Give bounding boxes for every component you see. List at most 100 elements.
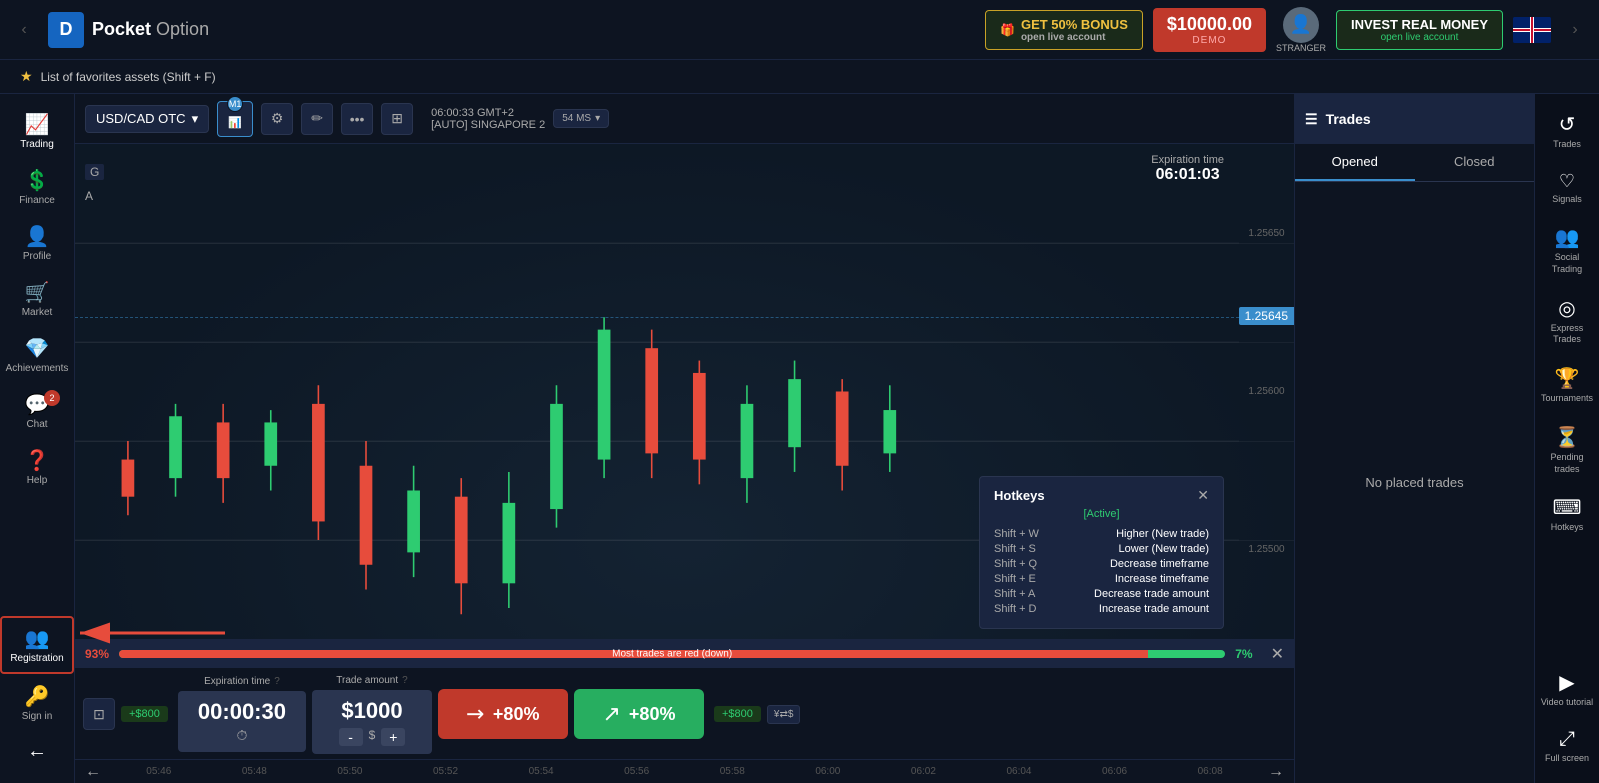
pen-icon: ✏: [311, 110, 323, 127]
sidebar-item-profile[interactable]: 👤 Profile: [0, 216, 74, 270]
chart-info: 06:00:33 GMT+2 [AUTO] SINGAPORE 2: [431, 107, 545, 131]
time-tick-10: 06:06: [1067, 766, 1163, 777]
hotkeys-close-button[interactable]: ✕: [1197, 487, 1209, 504]
price-tick-low: 1.25500: [1248, 544, 1284, 555]
far-sidebar-item-signals[interactable]: ♡ Signals: [1535, 163, 1599, 214]
currency-convert-button[interactable]: ¥⇄$: [767, 705, 801, 724]
pct-bar-track: Most trades are red (down): [119, 650, 1225, 658]
chart-bars-icon: 📊: [228, 116, 242, 129]
expiry-display: 00:00:30 ⏱: [178, 691, 306, 752]
language-flag[interactable]: [1513, 17, 1551, 43]
chart-settings-button[interactable]: ⚙: [261, 103, 293, 135]
nav-right-arrow[interactable]: ›: [1561, 0, 1589, 60]
no-trades-message: No placed trades: [1365, 475, 1463, 490]
expiry-clock-icon: ⏱: [198, 727, 286, 744]
trades-body: No placed trades: [1295, 182, 1534, 783]
sell-button[interactable]: ↗ +80%: [438, 689, 568, 739]
expiry-label: Expiration time ?: [204, 676, 280, 687]
more-icon: •••: [350, 111, 365, 127]
time-tick-7: 06:00: [780, 766, 876, 777]
amount-section: Trade amount ? $1000 - $ +: [312, 675, 432, 754]
help-icon: ❓: [25, 448, 50, 473]
registration-button[interactable]: 👥 Registration: [0, 616, 74, 674]
time-axis-left-arrow[interactable]: ←: [85, 763, 101, 781]
sidebar-item-achievements[interactable]: 💎 Achievements: [0, 328, 74, 382]
back-button[interactable]: ←: [0, 732, 74, 773]
far-sidebar-item-pending-trades[interactable]: ⏳ Pending trades: [1535, 417, 1599, 483]
bonus-button[interactable]: 🎁 GET 50% BONUS open live account: [985, 10, 1143, 50]
far-sidebar-item-video-tutorial[interactable]: ▶ Video tutorial: [1535, 662, 1599, 717]
trades-tab-opened[interactable]: Opened: [1295, 144, 1415, 181]
dropdown-arrow-icon: ▾: [192, 111, 199, 127]
chart-move-button[interactable]: ⊡: [83, 698, 115, 730]
latency-button[interactable]: 54 MS ▾: [553, 109, 609, 128]
buy-button[interactable]: ↗ +80%: [574, 689, 704, 739]
hotkey-row-6: Shift + D Increase trade amount: [994, 603, 1209, 615]
expiry-section: Expiration time ? 00:00:30 ⏱: [178, 676, 306, 752]
tournaments-icon: 🏆: [1555, 366, 1580, 391]
far-sidebar-item-tournaments[interactable]: 🏆 Tournaments: [1535, 358, 1599, 413]
sidebar-label-finance: Finance: [19, 195, 55, 206]
amount-label: Trade amount ?: [336, 675, 407, 686]
far-sidebar-item-express-trades[interactable]: ◎ Express Trades: [1535, 288, 1599, 354]
trades-tab-closed[interactable]: Closed: [1415, 144, 1535, 181]
sidebar-label-chat: Chat: [26, 419, 47, 430]
signin-button[interactable]: 🔑 Sign in: [0, 676, 74, 730]
price-tick-mid: 1.25600: [1248, 386, 1284, 397]
pct-bar-close-button[interactable]: ✕: [1271, 644, 1284, 664]
time-tick-1: 05:48: [207, 766, 303, 777]
sidebar-label-help: Help: [27, 475, 48, 486]
chart-grid-button[interactable]: ⊞: [381, 103, 413, 135]
far-sidebar-label-signals: Signals: [1552, 194, 1582, 206]
server-time: 06:00:33 GMT+2: [431, 107, 545, 119]
sidebar-item-help[interactable]: ❓ Help: [0, 440, 74, 494]
far-sidebar-item-fullscreen[interactable]: ⤢ Full screen: [1535, 720, 1599, 773]
hotkeys-title: Hotkeys: [994, 488, 1045, 503]
asset-selector[interactable]: USD/CAD OTC ▾: [85, 105, 209, 133]
time-tick-3: 05:52: [398, 766, 494, 777]
latency-arrow-icon: ▾: [595, 113, 600, 124]
signin-label: Sign in: [22, 711, 53, 722]
plus800-left-button[interactable]: +$800: [121, 706, 168, 722]
nav-left-arrow[interactable]: ‹: [10, 0, 38, 60]
hotkeys-status: [Active]: [994, 508, 1209, 520]
balance-display[interactable]: $10000.00 DEMO: [1153, 8, 1266, 52]
sidebar-item-finance[interactable]: 💲 Finance: [0, 160, 74, 214]
hotkey-key-3: Shift + Q: [994, 558, 1037, 570]
time-axis-right-arrow[interactable]: →: [1268, 763, 1284, 781]
time-tick-5: 05:56: [589, 766, 685, 777]
sidebar-label-profile: Profile: [23, 251, 51, 262]
time-tick-0: 05:46: [111, 766, 207, 777]
hotkeys-icon: ⌨: [1553, 495, 1582, 520]
hotkey-desc-5: Decrease trade amount: [1094, 588, 1209, 600]
amount-decrease-button[interactable]: -: [339, 728, 363, 746]
sidebar-item-market[interactable]: 🛒 Market: [0, 272, 74, 326]
far-sidebar-label-express-trades: Express Trades: [1539, 323, 1595, 346]
sidebar-item-chat[interactable]: 💬 2 Chat: [0, 384, 74, 438]
amount-help-icon: ?: [402, 675, 408, 686]
buy-arrow-icon: ↗: [602, 701, 620, 727]
balance-type: DEMO: [1167, 35, 1252, 46]
amount-increase-button[interactable]: +: [381, 728, 405, 746]
trades-panel: ☰ Trades Opened Closed No placed trades: [1294, 94, 1534, 783]
user-avatar[interactable]: 👤 STRANGER: [1276, 7, 1326, 53]
sidebar-item-trading[interactable]: 📈 Trading: [0, 104, 74, 158]
plus800-left-section: +$800: [121, 706, 168, 722]
far-sidebar-label-social-trading: Social Trading: [1539, 252, 1595, 275]
favorites-bar: ★ List of favorites assets (Shift + F): [0, 60, 1599, 94]
timeframe-button[interactable]: M1 📊: [217, 101, 253, 137]
left-sidebar: 📈 Trading 💲 Finance 👤 Profile 🛒 Market 💎…: [0, 94, 75, 783]
far-sidebar-item-social-trading[interactable]: 👥 Social Trading: [1535, 217, 1599, 283]
hotkey-key-6: Shift + D: [994, 603, 1037, 615]
chart-pen-button[interactable]: ✏: [301, 103, 333, 135]
invest-sub: open live account: [1351, 32, 1488, 43]
far-sidebar-item-trades[interactable]: ↺ Trades: [1535, 104, 1599, 159]
registration-label: Registration: [10, 653, 63, 664]
plus800-right-button[interactable]: +$800: [714, 706, 761, 722]
asset-name: USD/CAD OTC: [96, 111, 186, 126]
invest-button[interactable]: INVEST REAL MONEY open live account: [1336, 10, 1503, 50]
far-right-sidebar: ↺ Trades ♡ Signals 👥 Social Trading ◎ Ex…: [1534, 94, 1599, 783]
server-name: [AUTO] SINGAPORE 2: [431, 119, 545, 131]
far-sidebar-item-hotkeys[interactable]: ⌨ Hotkeys: [1535, 487, 1599, 542]
chart-more-button[interactable]: •••: [341, 103, 373, 135]
